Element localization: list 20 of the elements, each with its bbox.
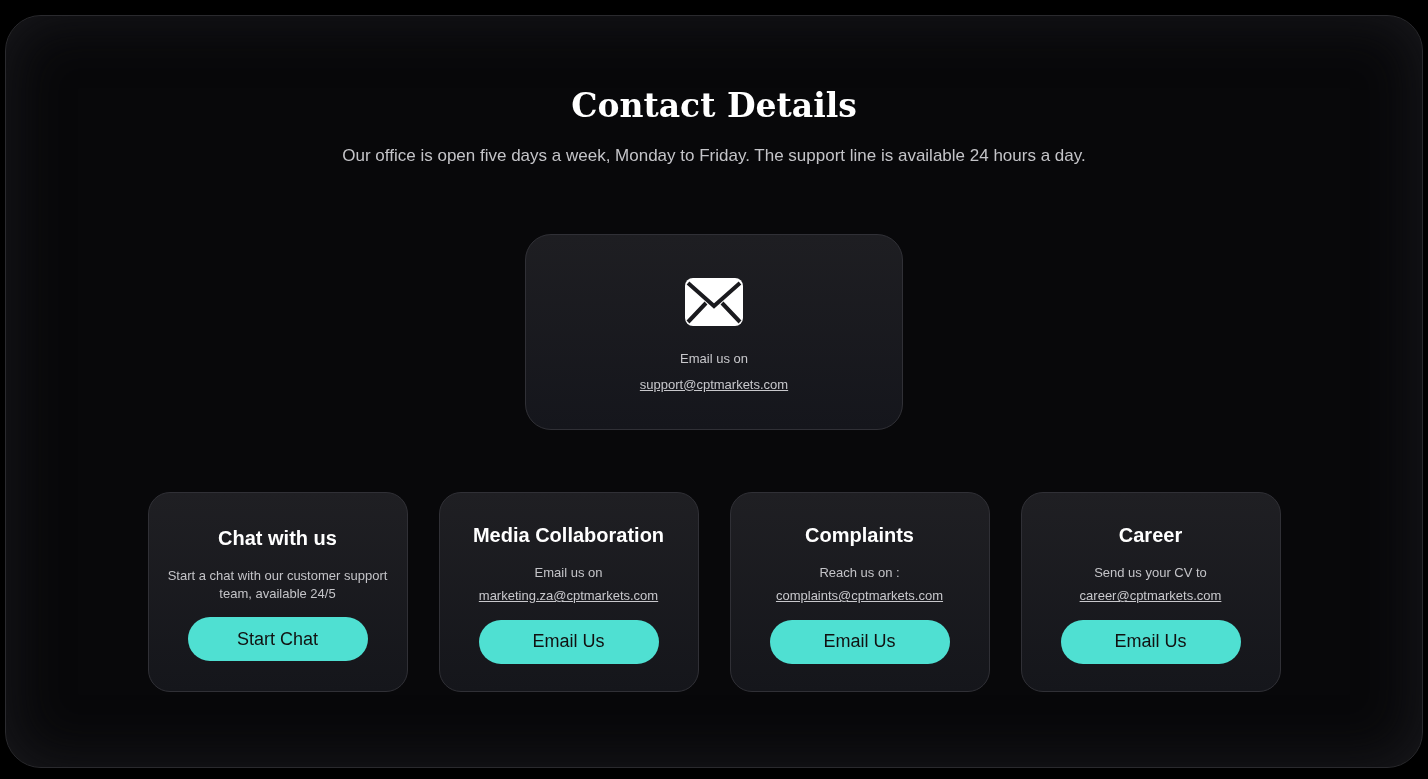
email-button[interactable]: Email Us: [769, 619, 950, 664]
card-text: Send us your CV to: [1094, 564, 1207, 583]
page-title: Contact Details: [571, 86, 857, 126]
card-title: Chat with us: [218, 526, 337, 551]
chat-button[interactable]: Start Chat: [187, 617, 368, 661]
card-title: Complaints: [805, 523, 914, 549]
envelope-icon: [684, 277, 744, 327]
card-title: Career: [1118, 523, 1183, 549]
email-link[interactable]: marketing.za@cptmarkets.com: [478, 586, 659, 606]
card-title: Media Collaboration: [472, 523, 665, 549]
email-link[interactable]: support@cptmarkets.com: [639, 374, 789, 394]
email-link[interactable]: complaints@cptmarkets.com: [775, 586, 944, 606]
page-subtitle: Our office is open five days a week, Monday to Friday. The support line is available 24 hours a day.: [342, 145, 1086, 167]
card-text: Start a chat with our customer support team, available 24/5: [166, 567, 389, 603]
email-button[interactable]: Email Us: [478, 619, 659, 664]
email-link[interactable]: career@cptmarkets.com: [1079, 586, 1222, 606]
email-button[interactable]: Email Us: [1060, 619, 1241, 664]
email-label: Email us on: [680, 350, 748, 368]
card-text: Reach us on :: [819, 564, 900, 583]
card-text: Email us on: [534, 564, 603, 583]
